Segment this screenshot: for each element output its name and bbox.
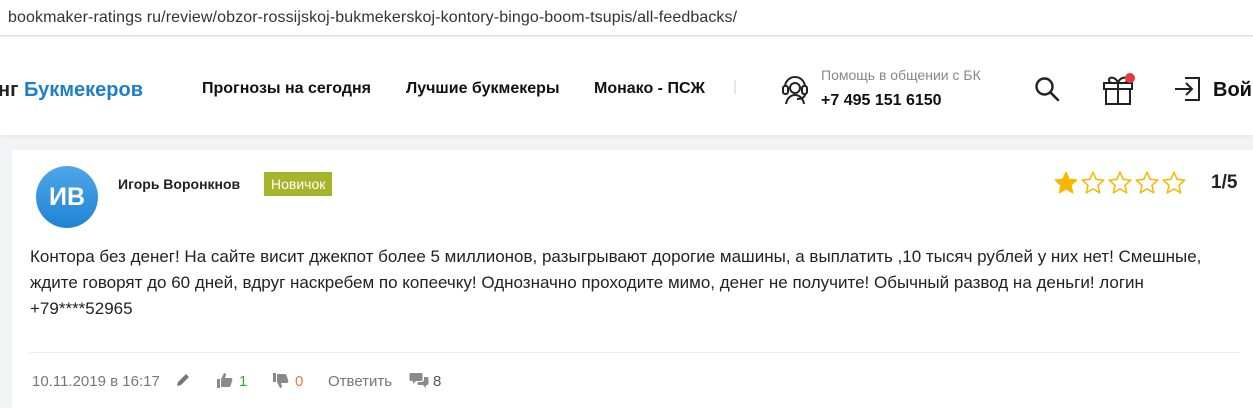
support-headset-icon <box>782 76 808 105</box>
avatar[interactable]: ИВ <box>36 166 98 228</box>
user-status-badge: Новичок <box>264 172 333 196</box>
edit-pencil-icon[interactable] <box>175 372 191 388</box>
review-text: Контора без денег! На сайте висит джекпо… <box>30 247 1202 318</box>
url-text: bookmaker-ratings ru/review/obzor-rossij… <box>8 9 738 26</box>
login-label[interactable]: Вой <box>1213 79 1252 102</box>
gift-icon[interactable] <box>1102 72 1138 106</box>
rating-stars <box>1053 170 1187 196</box>
help-label: Помощь в общении с БК <box>821 67 981 83</box>
nav-link-match[interactable]: Монако - ПСЖ <box>594 80 705 98</box>
star-empty-icon <box>1081 171 1105 194</box>
review-card: ИВ Игорь Воронкнов Новичок 1/5 Контора б… <box>12 150 1253 408</box>
site-header: нг Букмекеров Прогнозы на сегодня Лучшие… <box>0 37 1253 135</box>
reply-button[interactable]: Ответить <box>328 373 392 390</box>
login-icon[interactable] <box>1173 75 1203 103</box>
like-count: 1 <box>239 373 248 390</box>
browser-address-bar[interactable]: bookmaker-ratings ru/review/obzor-rossij… <box>0 0 1253 36</box>
nav-link-forecasts[interactable]: Прогнозы на сегодня <box>202 80 371 98</box>
star-empty-icon <box>1108 171 1132 194</box>
star-empty-icon <box>1135 171 1159 194</box>
comments-count: 8 <box>433 373 442 390</box>
rating-value: 1/5 <box>1211 172 1238 193</box>
site-logo[interactable]: нг Букмекеров <box>0 79 143 102</box>
nav-divider <box>734 80 736 94</box>
dislike-count: 0 <box>295 373 304 390</box>
thumbs-down-icon[interactable] <box>272 372 290 390</box>
search-icon[interactable] <box>1034 76 1060 102</box>
star-filled-icon <box>1054 171 1078 194</box>
divider <box>30 352 1240 353</box>
comments-icon[interactable] <box>409 371 429 389</box>
thumbs-up-icon[interactable] <box>216 371 234 389</box>
nav-link-best-bookmakers[interactable]: Лучшие букмекеры <box>406 80 560 98</box>
star-empty-icon <box>1162 171 1186 194</box>
phone-link[interactable]: +7 495 151 6150 <box>821 92 942 110</box>
notification-dot <box>1125 73 1135 83</box>
review-date: 10.11.2019 в 16:17 <box>32 373 160 390</box>
author-name[interactable]: Игорь Воронкнов <box>118 176 240 192</box>
logo-text-part1: нг <box>0 79 19 101</box>
logo-text-part2: Букмекеров <box>23 79 144 101</box>
